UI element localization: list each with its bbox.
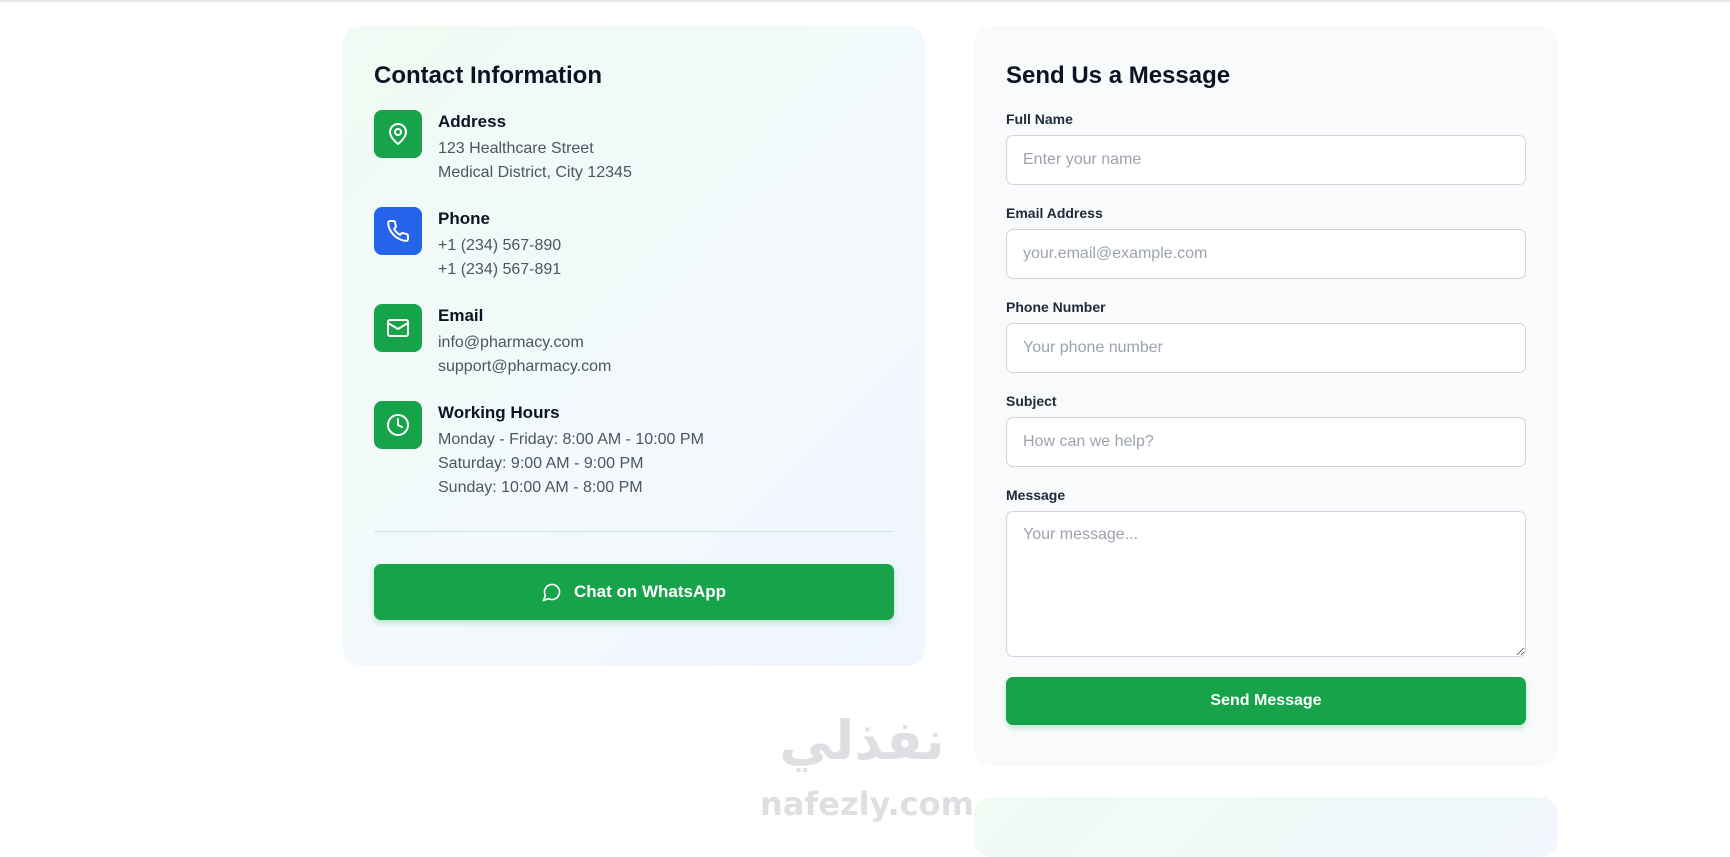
full-name-label: Full Name bbox=[1006, 111, 1073, 127]
address-title: Address bbox=[438, 112, 507, 131]
message-label: Message bbox=[1006, 487, 1066, 503]
watermark-arabic: نفذلي bbox=[779, 709, 945, 772]
contact-title: Contact Information bbox=[374, 62, 602, 89]
hours-line: Monday - Friday: 8:00 AM - 10:00 PM bbox=[438, 431, 704, 448]
email-item: Email info@pharmacy.com support@pharmacy… bbox=[374, 304, 893, 379]
email-label: Email Address bbox=[1006, 205, 1103, 221]
hours-line: Saturday: 9:00 AM - 9:00 PM bbox=[438, 455, 644, 472]
email-title: Email bbox=[438, 306, 484, 325]
message-circle-icon bbox=[542, 583, 561, 602]
nafezly-watermark: نفذلي nafezly.com bbox=[752, 708, 974, 825]
contact-info-list: Address 123 Healthcare Street Medical Di… bbox=[374, 110, 893, 500]
phone-item: Phone +1 (234) 567-890 +1 (234) 567-891 bbox=[374, 207, 893, 282]
hours-line: Sunday: 10:00 AM - 8:00 PM bbox=[438, 479, 643, 496]
phone-number: +1 (234) 567-890 bbox=[438, 237, 562, 254]
email-address: info@pharmacy.com bbox=[438, 334, 584, 351]
send-message-card: Send Us a Message Full Name Email Addres… bbox=[974, 26, 1558, 766]
phone-number-label: Phone Number bbox=[1006, 299, 1106, 315]
email-address: support@pharmacy.com bbox=[438, 358, 612, 375]
address-line: 123 Healthcare Street bbox=[438, 140, 594, 157]
watermark-latin: nafezly.com bbox=[760, 785, 974, 823]
clock-icon bbox=[374, 401, 422, 449]
form-title: Send Us a Message bbox=[1006, 62, 1231, 89]
address-line: Medical District, City 12345 bbox=[438, 164, 632, 181]
phone-icon bbox=[374, 207, 422, 255]
phone-title: Phone bbox=[438, 209, 490, 228]
mail-icon bbox=[374, 304, 422, 352]
email-input[interactable] bbox=[1006, 229, 1526, 279]
next-section-card bbox=[974, 797, 1558, 857]
send-message-button[interactable]: Send Message bbox=[1006, 677, 1526, 725]
full-name-input[interactable] bbox=[1006, 135, 1526, 185]
message-textarea[interactable] bbox=[1006, 511, 1526, 657]
phone-number: +1 (234) 567-891 bbox=[438, 261, 562, 278]
phone-number-input[interactable] bbox=[1006, 323, 1526, 373]
subject-label: Subject bbox=[1006, 393, 1057, 409]
top-border bbox=[0, 0, 1730, 2]
working-hours-item: Working Hours Monday - Friday: 8:00 AM -… bbox=[374, 401, 893, 500]
map-pin-icon bbox=[374, 110, 422, 158]
whatsapp-button-label: Chat on WhatsApp bbox=[573, 582, 727, 601]
whatsapp-button[interactable]: Chat on WhatsApp bbox=[374, 564, 894, 620]
divider bbox=[374, 531, 894, 532]
address-item: Address 123 Healthcare Street Medical Di… bbox=[374, 110, 893, 185]
contact-information-card: Contact Information Address 123 Healthca… bbox=[343, 26, 925, 666]
subject-input[interactable] bbox=[1006, 417, 1526, 467]
working-hours-title: Working Hours bbox=[438, 403, 560, 422]
contact-form: Full Name Email Address Phone Number Sub… bbox=[1006, 110, 1526, 725]
